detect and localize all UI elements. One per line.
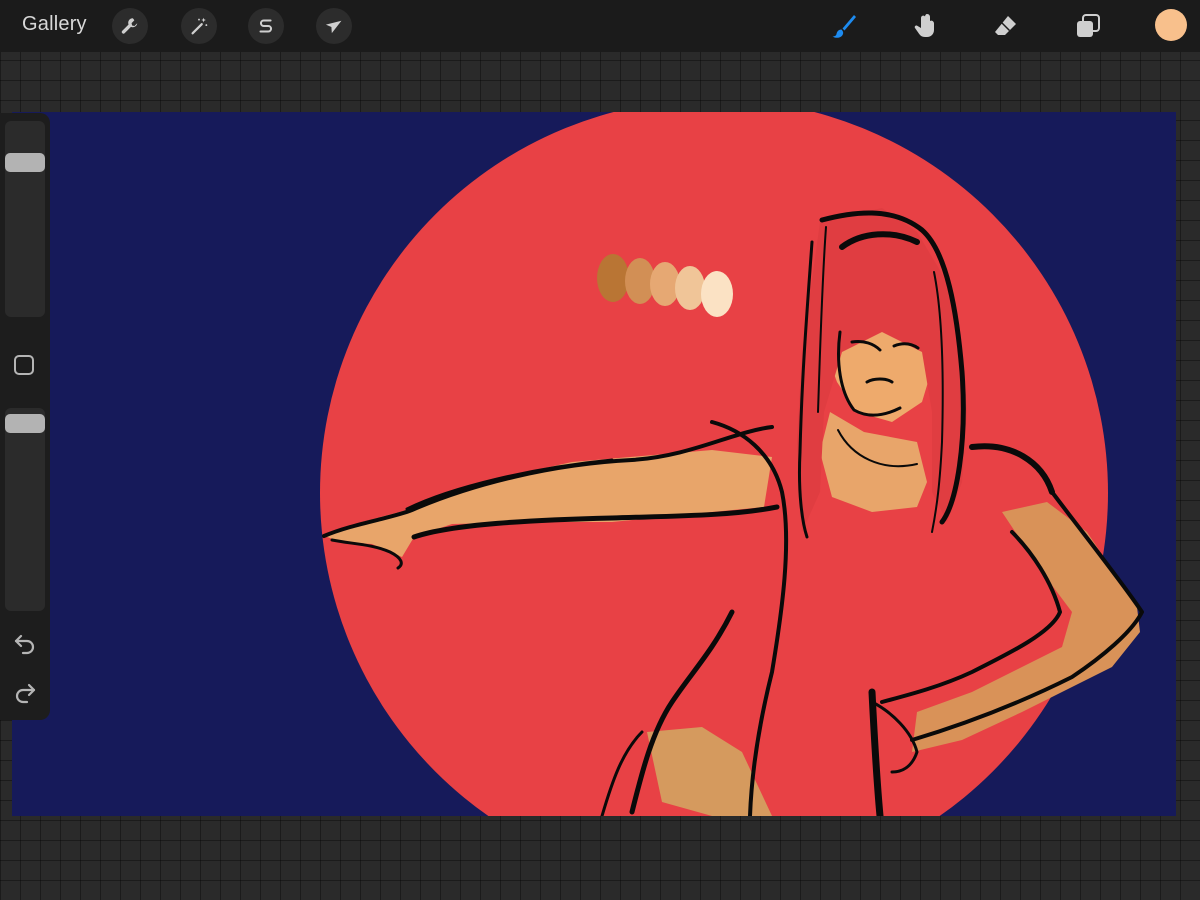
arrow-cursor-icon: [325, 20, 342, 34]
wrench-icon: [121, 18, 138, 34]
eraser-icon: [995, 16, 1016, 35]
brush-icon: [832, 15, 856, 38]
selection-s-icon: [259, 19, 272, 33]
transform-button[interactable]: [316, 8, 352, 44]
artwork: [12, 112, 1176, 816]
gallery-button[interactable]: Gallery: [22, 13, 87, 36]
opacity-slider[interactable]: [5, 408, 45, 611]
magic-wand-icon: [191, 17, 208, 35]
palette-swatch-5: [701, 271, 733, 317]
drawing-canvas[interactable]: [12, 112, 1176, 816]
layers-tool-button[interactable]: [1072, 10, 1104, 42]
eraser-tool-button[interactable]: [990, 10, 1022, 42]
layers-icon: [1077, 14, 1100, 37]
selection-button[interactable]: [248, 8, 284, 44]
brush-size-slider[interactable]: [5, 121, 45, 317]
modify-square-icon[interactable]: [14, 355, 34, 375]
brush-tool-button[interactable]: [828, 10, 860, 42]
adjustments-button[interactable]: [181, 8, 217, 44]
palette-swatch-4: [675, 266, 705, 310]
smudge-tool-button[interactable]: [908, 10, 940, 42]
top-toolbar: Gallery: [0, 0, 1200, 52]
actions-button[interactable]: [112, 8, 148, 44]
undo-icon[interactable]: [12, 630, 38, 656]
brush-size-handle[interactable]: [5, 152, 45, 172]
redo-icon[interactable]: [12, 679, 38, 705]
smudge-finger-icon: [914, 14, 934, 37]
color-picker-swatch[interactable]: [1155, 9, 1187, 41]
left-sidebar: [0, 113, 50, 720]
palette-swatch-1: [597, 254, 629, 302]
opacity-handle[interactable]: [5, 413, 45, 433]
